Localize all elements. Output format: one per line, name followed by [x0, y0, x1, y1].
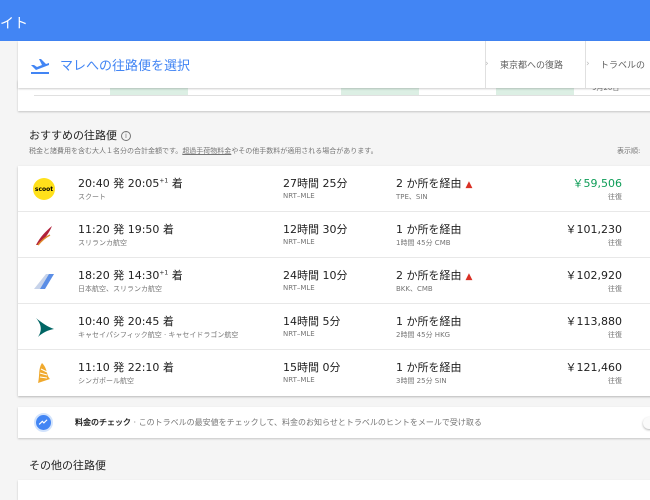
section-title: おすすめの往路便 i	[29, 127, 131, 143]
section-title-text: おすすめの往路便	[29, 129, 117, 142]
stops: 2 か所を経由 ▲	[396, 177, 473, 190]
route: NRT–MLE	[283, 192, 315, 200]
trip-type: 往復	[608, 285, 622, 293]
step-trip[interactable]: トラベルの	[585, 41, 650, 88]
note-text: やその他手数料が適用される場合があります。	[231, 147, 378, 155]
layover: 1時間 45分 CMB	[396, 239, 451, 247]
price-note: 税金と諸費用を含む大人１名分の合計金額です。超過手荷物料金やその他手数料が適用さ…	[29, 146, 378, 156]
duration: 12時間 30分	[283, 223, 348, 236]
flight-row[interactable]: 18:20 発 14:30+1 着 日本航空、スリランカ航空 24時間 10分 …	[18, 258, 650, 304]
srilankan-logo-icon	[36, 226, 52, 246]
flight-times: 11:20 発 19:50 着	[78, 223, 174, 236]
flight-row[interactable]: 11:10 発 22:10 着 シンガポール航空 15時間 0分 NRT–MLE…	[18, 350, 650, 396]
duration: 27時間 25分	[283, 177, 348, 190]
trip-type: 往復	[608, 239, 622, 247]
cathay-logo-icon	[36, 318, 54, 337]
route: NRT–MLE	[283, 376, 315, 384]
price: ￥102,920	[565, 269, 623, 282]
flight-row[interactable]: scoot 20:40 発 20:05+1 着 スクート 27時間 25分 NR…	[18, 166, 650, 212]
flight-times: 11:10 発 22:10 着	[78, 361, 174, 374]
route: NRT–MLE	[283, 330, 315, 338]
other-flights-title: その他の往路便	[29, 459, 106, 472]
warning-icon: ▲	[465, 180, 473, 190]
scoot-logo-icon: scoot	[33, 178, 55, 200]
note-text: 税金と諸費用を含む大人１名分の合計金額です。	[29, 147, 183, 155]
page-title: マレへの往路便を選択	[60, 59, 191, 74]
flight-row[interactable]: 11:20 発 19:50 着 スリランカ航空 12時間 30分 NRT–MLE…	[18, 212, 650, 258]
layover: 2時間 45分 HKG	[396, 331, 451, 339]
airline: キャセイパシフィック航空 · キャセイドラゴン航空	[78, 331, 239, 339]
price-tracking-toggle[interactable]	[643, 417, 650, 429]
app-header: イト	[0, 0, 650, 41]
trip-type: 往復	[608, 193, 622, 201]
divider	[34, 95, 650, 96]
airline: 日本航空、スリランカ航空	[78, 285, 162, 293]
price: ￥101,230	[565, 223, 623, 236]
duration: 24時間 10分	[283, 269, 348, 282]
price-tracking-text: 料金のチェック · このトラベルの最安値をチェックして、料金のお知らせとトラベル…	[75, 418, 482, 427]
layover: BKK、CMB	[396, 285, 433, 293]
flight-times: 18:20 発 14:30+1 着	[78, 269, 183, 282]
step-return[interactable]: 東京都への復路	[485, 41, 585, 88]
trend-icon	[34, 413, 53, 432]
singapore-logo-icon	[38, 363, 50, 383]
trip-type: 往復	[608, 331, 622, 339]
stops: 1 か所を経由	[396, 361, 462, 374]
svg-text:scoot: scoot	[35, 186, 53, 193]
airline: スリランカ航空	[78, 239, 127, 247]
route: NRT–MLE	[283, 284, 315, 292]
duration: 14時間 5分	[283, 315, 341, 328]
route: NRT–MLE	[283, 238, 315, 246]
step-label: 東京都への復路	[500, 61, 564, 71]
price-tracking-card: 料金のチェック · このトラベルの最安値をチェックして、料金のお知らせとトラベル…	[18, 407, 650, 438]
other-flights-list	[18, 480, 650, 500]
airline: スクート	[78, 193, 106, 201]
layover: 3時間 25分 SIN	[396, 377, 447, 385]
stops: 2 か所を経由 ▲	[396, 269, 473, 282]
layover: TPE、SIN	[396, 193, 428, 201]
trip-type: 往復	[608, 377, 622, 385]
sort-label[interactable]: 表示順:	[617, 146, 640, 156]
flight-row[interactable]: 10:40 発 20:45 着 キャセイパシフィック航空 · キャセイドラゴン航…	[18, 304, 650, 350]
info-icon[interactable]: i	[121, 131, 131, 141]
flight-times: 20:40 発 20:05+1 着	[78, 177, 183, 190]
flight-times: 10:40 発 20:45 着	[78, 315, 174, 328]
stops: 1 か所を経由	[396, 315, 462, 328]
airline: シンガポール航空	[78, 377, 134, 385]
departure-plane-icon	[31, 59, 49, 74]
app-title: イト	[0, 16, 28, 32]
baggage-fee-link[interactable]: 超過手荷物料金	[182, 147, 231, 155]
flight-list: scoot 20:40 発 20:05+1 着 スクート 27時間 25分 NR…	[18, 166, 650, 396]
step-label: トラベルの	[600, 61, 646, 71]
price: ￥121,460	[565, 361, 623, 374]
duration: 15時間 0分	[283, 361, 341, 374]
price: ￥59,506	[572, 177, 623, 190]
step-header: マレへの往路便を選択 › 東京都への復路 › トラベルの	[18, 41, 650, 88]
warning-icon: ▲	[465, 272, 473, 282]
jal-logo-icon	[34, 274, 54, 289]
stops: 1 か所を経由	[396, 223, 462, 236]
price: ￥113,880	[565, 315, 623, 328]
